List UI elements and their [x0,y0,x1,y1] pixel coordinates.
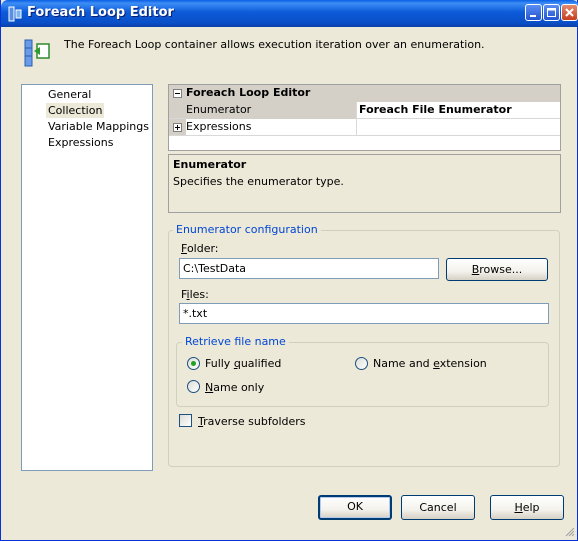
maximize-icon [547,8,556,17]
header-description: The Foreach Loop container allows execut… [64,38,485,51]
help-button[interactable]: Help [490,495,564,520]
property-value-dropdown[interactable]: Foreach File Enumerator [359,102,512,119]
nav-item-general[interactable]: General [46,87,93,102]
property-name: Expressions [186,119,357,136]
property-category-row[interactable]: Foreach Loop Editor [169,85,560,102]
nav-item-variable-mappings[interactable]: Variable Mappings [46,119,151,134]
traverse-subfolders-label[interactable]: Traverse subfolders [198,415,306,428]
retrieve-file-name-legend: Retrieve file name [182,335,289,348]
page-navigation-list[interactable]: General Collection Variable Mappings Exp… [21,84,153,471]
folder-label: Folder: [181,242,219,255]
radio-selected-dot [191,361,196,366]
files-input[interactable]: *.txt [179,303,549,324]
folder-input[interactable]: C:\TestData [179,258,439,279]
expand-icon[interactable] [173,123,182,132]
name-and-extension-label[interactable]: Name and extension [373,357,487,370]
browse-button[interactable]: Browse... [446,258,548,281]
description-text: Specifies the enumerator type. [173,175,344,188]
collapse-icon[interactable] [173,89,182,98]
nav-item-expressions[interactable]: Expressions [46,135,115,150]
title-bar[interactable]: Foreach Loop Editor [1,0,578,27]
nav-item-collection[interactable]: Collection [46,103,105,118]
name-and-extension-radio[interactable] [355,357,368,370]
property-row-enumerator[interactable]: Enumerator Foreach File Enumerator [169,102,560,119]
ok-button[interactable]: OK [318,495,392,520]
fully-qualified-radio[interactable] [187,357,200,370]
enumerator-configuration-legend: Enumerator configuration [173,223,321,236]
files-label: Files: [181,288,209,301]
foreach-loop-editor-window: Foreach Loop Editor The Foreach Loop con… [0,0,578,541]
retrieve-file-name-group [176,342,549,407]
cancel-button[interactable]: Cancel [401,495,475,520]
close-button[interactable] [561,4,578,21]
property-category-label: Foreach Loop Editor [186,86,311,99]
close-icon [565,8,574,17]
property-description-panel: Enumerator Specifies the enumerator type… [168,154,561,213]
minimize-button[interactable] [525,4,542,21]
maximize-button[interactable] [543,4,560,21]
traverse-subfolders-checkbox[interactable] [179,414,192,427]
fully-qualified-label[interactable]: Fully qualified [205,357,281,370]
property-row-expressions[interactable]: Expressions [169,119,560,136]
name-only-label[interactable]: Name only [205,381,264,394]
minimize-icon [530,15,536,17]
resize-grip-icon[interactable] [563,525,575,537]
property-name: Enumerator [186,102,357,119]
property-grid[interactable]: Foreach Loop Editor Enumerator Foreach F… [168,84,561,151]
description-title: Enumerator [173,158,247,171]
name-only-radio[interactable] [187,380,200,393]
window-title: Foreach Loop Editor [27,5,174,20]
foreach-loop-icon [24,39,50,67]
foreach-loop-icon [8,6,22,22]
